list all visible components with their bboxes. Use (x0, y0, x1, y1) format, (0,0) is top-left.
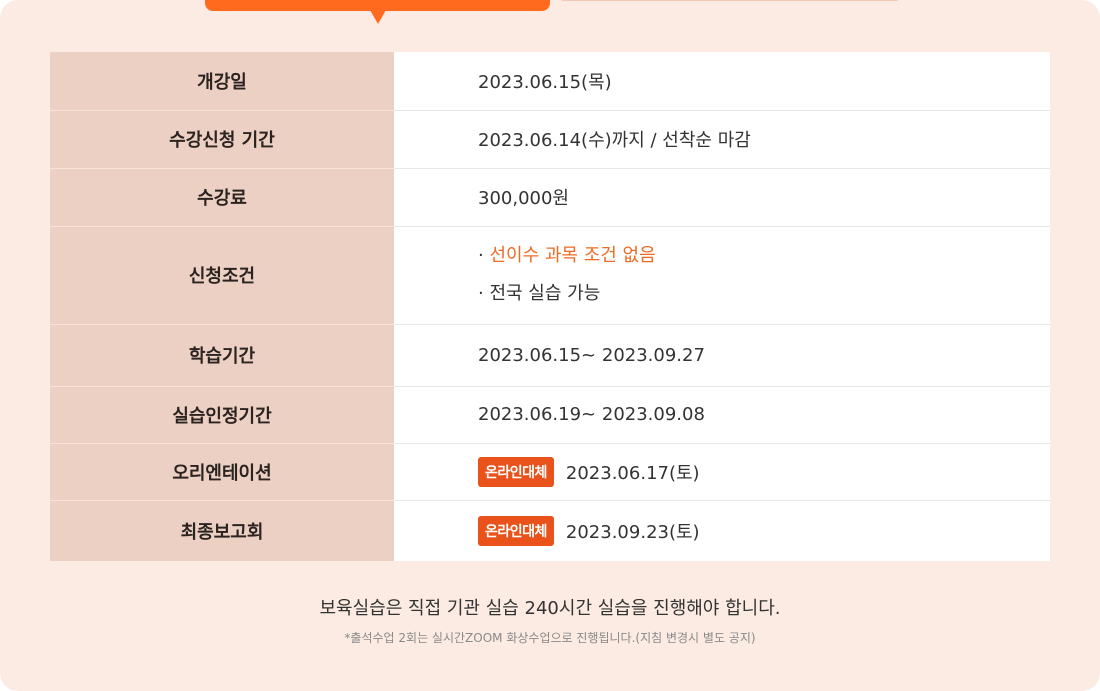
row-value-orientation: 온라인대체 2023.06.17(토) (394, 443, 1050, 501)
row-label-orientation: 오리엔테이션 (50, 443, 394, 501)
online-substitute-badge: 온라인대체 (478, 456, 554, 487)
row-value-registration: 2023.06.14(수)까지 / 선착순 마감 (394, 110, 1050, 169)
attendance-footnote: *출석수업 2회는 실시간ZOOM 화상수업으로 진행됩니다.(지침 변경시 별… (344, 631, 756, 645)
table-row-final-report: 최종보고회 온라인대체 2023.09.23(토) (50, 500, 1050, 561)
tab-pointer-arrow (370, 10, 386, 24)
row-value-fee: 300,000원 (394, 168, 1050, 227)
table-row-opening: 개강일 2023.06.15(목) (50, 52, 1050, 111)
row-value-study-period: 2023.06.15~ 2023.09.27 (394, 324, 1050, 387)
row-value-practice-period: 2023.06.19~ 2023.09.08 (394, 386, 1050, 444)
row-value-final-report: 온라인대체 2023.09.23(토) (394, 500, 1050, 561)
row-value-opening: 2023.06.15(목) (394, 52, 1050, 111)
row-label-practice-period: 실습인정기간 (50, 386, 394, 444)
table-row-practice-period: 실습인정기간 2023.06.19~ 2023.09.08 (50, 386, 1050, 444)
info-panel: 개강일 2023.06.15(목) 수강신청 기간 2023.06.14(수)까… (0, 0, 1100, 691)
row-label-final-report: 최종보고회 (50, 500, 394, 561)
table-row-orientation: 오리엔테이션 온라인대체 2023.06.17(토) (50, 443, 1050, 501)
course-info-table: 개강일 2023.06.15(목) 수강신청 기간 2023.06.14(수)까… (50, 52, 1050, 561)
table-row-study-period: 학습기간 2023.06.15~ 2023.09.27 (50, 324, 1050, 387)
online-substitute-badge: 온라인대체 (478, 515, 554, 546)
row-label-study-period: 학습기간 (50, 324, 394, 387)
table-row-registration: 수강신청 기간 2023.06.14(수)까지 / 선착순 마감 (50, 110, 1050, 169)
orientation-date: 2023.06.17(토) (565, 462, 700, 484)
row-label-opening: 개강일 (50, 52, 394, 111)
bullet-dot: · (478, 283, 484, 304)
row-value-condition: · 선이수 과목 조건 없음 · 전국 실습 가능 (394, 226, 1050, 325)
practice-notice: 보육실습은 직접 기관 실습 240시간 실습을 진행해야 합니다. (319, 598, 781, 619)
condition-line-2: · 전국 실습 가능 (478, 275, 1050, 313)
table-row-fee: 수강료 300,000원 (50, 168, 1050, 227)
condition-text-1: 선이수 과목 조건 없음 (489, 245, 656, 266)
row-label-registration: 수강신청 기간 (50, 110, 394, 169)
row-label-condition: 신청조건 (50, 226, 394, 325)
row-label-fee: 수강료 (50, 168, 394, 227)
table-row-condition: 신청조건 · 선이수 과목 조건 없음 · 전국 실습 가능 (50, 226, 1050, 325)
final-report-date: 2023.09.23(토) (565, 521, 700, 543)
condition-text-2: 전국 실습 가능 (489, 283, 601, 304)
condition-line-1: · 선이수 과목 조건 없음 (478, 237, 1050, 275)
tab-divider-line (562, 0, 898, 1)
bullet-dot: · (478, 245, 484, 266)
